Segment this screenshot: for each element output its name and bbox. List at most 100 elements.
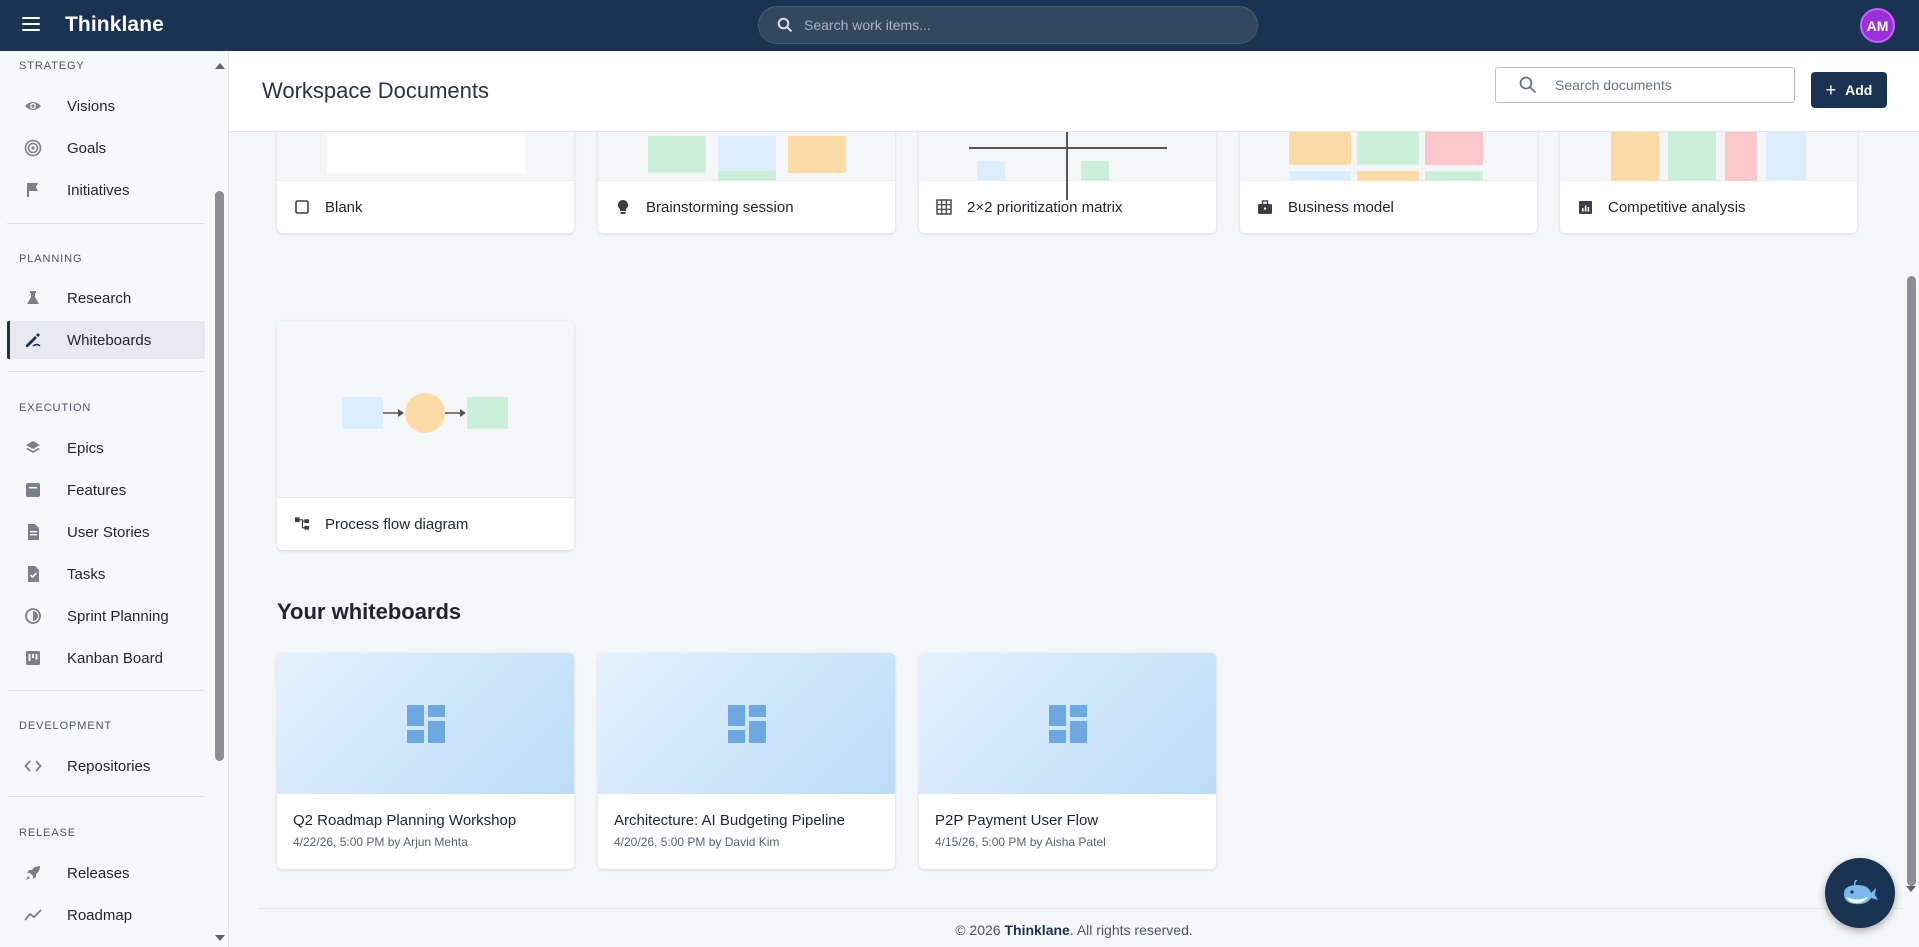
sticky-note: [1081, 161, 1109, 181]
app-brand[interactable]: Thinklane: [65, 13, 164, 37]
sidebar-item-repositories[interactable]: Repositories: [7, 747, 205, 785]
template-preview: [277, 132, 574, 181]
sidebar-item-roadmap[interactable]: Roadmap: [7, 896, 205, 934]
whiteboard-card[interactable]: Q2 Roadmap Planning Workshop 4/22/26, 5:…: [277, 653, 574, 869]
add-button-label: Add: [1845, 82, 1873, 98]
whiteboard-title: Architecture: AI Budgeting Pipeline: [614, 812, 845, 829]
whiteboard-thumbnail: [919, 653, 1216, 794]
whiteboard-meta: 4/20/26, 5:00 PM by David Kim: [614, 835, 780, 849]
sidebar-item-tasks[interactable]: Tasks: [7, 555, 205, 593]
sidebar-item-sprint-planning[interactable]: Sprint Planning: [7, 597, 205, 635]
template-card-competitive-analysis[interactable]: Competitive analysis: [1560, 132, 1857, 233]
scroll-up-arrow[interactable]: [215, 63, 225, 69]
template-card-process-flow[interactable]: Process flow diagram: [277, 321, 574, 550]
flow-icon: [294, 516, 310, 532]
footer-brand[interactable]: Thinklane: [1004, 922, 1069, 938]
template-label: Process flow diagram: [277, 498, 574, 550]
sidebar-item-epics[interactable]: Epics: [7, 429, 205, 467]
scroll-down-arrow[interactable]: [1906, 886, 1916, 892]
code-icon: [24, 757, 42, 775]
template-card-blank[interactable]: Blank: [277, 132, 574, 233]
work-items-search[interactable]: [758, 6, 1258, 44]
template-card-business-model[interactable]: Business model: [1240, 132, 1537, 233]
search-documents-input[interactable]: [1555, 77, 1785, 93]
sidebar-item-label: Epics: [67, 439, 104, 457]
draw-icon: [24, 331, 42, 349]
menu-icon[interactable]: [22, 17, 40, 31]
flask-icon: [24, 289, 42, 307]
feature-icon: [24, 481, 42, 499]
divider: [7, 690, 205, 691]
chat-assistant-button[interactable]: [1825, 858, 1895, 928]
documents-search[interactable]: [1495, 67, 1795, 103]
footer-rights: . All rights reserved.: [1069, 922, 1193, 938]
eye-icon: [24, 97, 42, 115]
template-card-brainstorming[interactable]: Brainstorming session: [598, 132, 895, 233]
sticky-note: [1425, 132, 1483, 165]
section-strategy: STRATEGY: [19, 60, 85, 72]
section-planning: PLANNING: [19, 253, 83, 265]
avatar[interactable]: AM: [1860, 8, 1895, 43]
template-label: 2×2 prioritization matrix: [919, 181, 1216, 233]
add-button[interactable]: + Add: [1811, 72, 1887, 108]
whiteboard-title: P2P Payment User Flow: [935, 812, 1099, 829]
sidebar-item-label: Sprint Planning: [67, 607, 169, 625]
target-icon: [24, 139, 42, 157]
main-scrollbar[interactable]: [1907, 276, 1916, 886]
sidebar-item-kanban-board[interactable]: Kanban Board: [7, 639, 205, 677]
search-icon: [1519, 76, 1537, 94]
sidebar-item-visions[interactable]: Visions: [7, 87, 205, 125]
sidebar-item-goals[interactable]: Goals: [7, 129, 205, 167]
page-title: Workspace Documents: [262, 78, 490, 103]
template-name: Process flow diagram: [325, 515, 469, 533]
top-bar: Thinklane AM: [0, 0, 1919, 51]
divider: [7, 371, 205, 372]
layers-icon: [24, 439, 42, 457]
sticky-note: [977, 161, 1005, 181]
sidebar-item-user-stories[interactable]: User Stories: [7, 513, 205, 551]
sidebar-item-label: Research: [67, 289, 132, 307]
grid-icon: [936, 199, 952, 215]
template-name: Competitive analysis: [1608, 198, 1746, 216]
kanban-icon: [24, 649, 42, 667]
whiteboard-thumbnail: [598, 653, 895, 794]
sticky-note: [718, 136, 776, 173]
sidebar-item-label: Whiteboards: [67, 331, 152, 349]
template-label: Blank: [277, 181, 574, 233]
whiteboard-card[interactable]: P2P Payment User Flow 4/15/26, 5:00 PM b…: [919, 653, 1216, 869]
scroll-down-arrow[interactable]: [215, 935, 225, 941]
whiteboard-card[interactable]: Architecture: AI Budgeting Pipeline 4/20…: [598, 653, 895, 869]
sidebar-item-label: User Stories: [67, 523, 150, 541]
sidebar-item-initiatives[interactable]: Initiatives: [7, 171, 205, 209]
sticky-note: [1357, 132, 1419, 165]
lightbulb-icon: [615, 199, 631, 215]
sprint-icon: [24, 607, 42, 625]
sidebar-item-releases[interactable]: Releases: [7, 854, 205, 892]
analytics-icon: [1577, 199, 1593, 215]
sidebar-item-whiteboards[interactable]: Whiteboards: [7, 321, 205, 359]
square-icon: [294, 199, 310, 215]
template-preview: [1560, 132, 1857, 207]
template-label: Brainstorming session: [598, 181, 895, 233]
flow-step-box: [342, 397, 383, 429]
template-card-prioritization-matrix[interactable]: 2×2 prioritization matrix: [919, 132, 1216, 233]
arrow-right-icon: [383, 409, 404, 417]
sidebar-scrollbar[interactable]: [215, 191, 224, 761]
document-icon: [24, 523, 42, 541]
template-name: Blank: [325, 198, 363, 216]
sidebar-item-label: Initiatives: [67, 181, 130, 199]
sidebar-item-research[interactable]: Research: [7, 279, 205, 317]
arrow-right-icon: [445, 409, 466, 417]
section-execution: EXECUTION: [19, 402, 92, 414]
sidebar-item-label: Visions: [67, 97, 116, 115]
template-name: Business model: [1288, 198, 1394, 216]
whiteboard-title: Q2 Roadmap Planning Workshop: [293, 812, 517, 829]
sidebar-item-features[interactable]: Features: [7, 471, 205, 509]
matrix-horizontal-axis: [969, 147, 1167, 149]
search-input[interactable]: [804, 17, 1224, 33]
footer-copyright: © 2026: [955, 922, 1005, 938]
dashboard-icon: [727, 704, 766, 743]
task-icon: [24, 565, 42, 583]
flow-step-box: [467, 397, 508, 429]
sidebar: STRATEGY Visions Goals Initiatives PLANN…: [0, 51, 229, 947]
